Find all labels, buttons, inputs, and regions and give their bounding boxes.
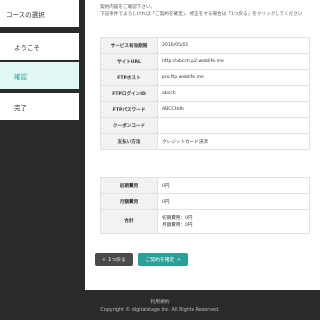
row-label: FTPパスワード [100, 101, 158, 118]
row-value: http://abcch.p2.weblife.me [157, 53, 310, 70]
footer: 利用規約 Copyright © digitalstage Inc. All R… [0, 290, 320, 320]
step-course-selection: コースの選択 [0, 0, 79, 27]
row-label: 合計 [100, 209, 158, 234]
back-button[interactable]: « 1つ戻る [95, 253, 133, 266]
row-label: クーポンコード [100, 117, 158, 134]
fees-table: 初期費用 0円 月額費用 0円 合計 初期費用：0円 月額費用：0円 [100, 177, 310, 234]
total-value: 初期費用：0円 月額費用：0円 [157, 209, 310, 234]
step-label: 確認 [14, 72, 27, 81]
total-monthly-fee: 月額費用：0円 [162, 222, 193, 228]
table-row: 初期費用 0円 [100, 177, 310, 194]
step-welcome: ようこそ [0, 33, 79, 60]
step-label: 完了 [14, 103, 27, 112]
table-row: FTPパスワード ABCCHdh [100, 101, 310, 118]
row-label: サイトURL [100, 53, 158, 70]
row-value [157, 117, 310, 134]
step-confirm: 確認 [0, 62, 79, 89]
row-label: 初期費用 [100, 177, 158, 194]
row-label: サービス有効期限 [100, 37, 158, 54]
row-value: ABCCHdh [157, 101, 310, 118]
intro-line-1: 契約内容をご確認下さい。 [100, 5, 156, 10]
terms-link[interactable]: 利用規約 [0, 298, 320, 305]
table-row: サービス有効期限 2016/05/01 [100, 37, 310, 54]
step-label: コースの選択 [6, 10, 45, 19]
confirm-contract-button[interactable]: ご契約を確定 » [138, 253, 188, 266]
total-initial-fee: 初期費用：0円 [162, 215, 193, 221]
row-value: abcch [157, 85, 310, 102]
back-button-label: 1つ戻る [108, 258, 126, 263]
copyright-text: Copyright © digitalstage Inc. All Rights… [100, 308, 220, 313]
table-row: クーポンコード [100, 117, 310, 134]
row-value: 2016/05/01 [157, 37, 310, 54]
row-value: 0円 [157, 193, 310, 210]
intro-line-2: 下記条件でよろしければ「ご契約を確定」、修正をする場合は「1つ戻る」をクリックし… [100, 12, 303, 17]
table-row: 合計 初期費用：0円 月額費用：0円 [100, 209, 310, 234]
confirmation-panel: 契約内容をご確認下さい。 下記条件でよろしければ「ご契約を確定」、修正をする場合… [85, 0, 320, 290]
double-chevron-left-icon: « [102, 256, 106, 263]
table-row: 支払い方法 クレジットカード決済 [100, 133, 310, 150]
row-value: 0円 [157, 177, 310, 194]
double-chevron-right-icon: » [177, 256, 181, 263]
table-row: FTPホスト pro.ftp.weblife.me [100, 69, 310, 86]
row-label: 月額費用 [100, 193, 158, 210]
table-row: サイトURL http://abcch.p2.weblife.me [100, 53, 310, 70]
step-complete: 完了 [0, 93, 79, 120]
table-row: 月額費用 0円 [100, 193, 310, 210]
account-details-table: サービス有効期限 2016/05/01 サイトURL http://abcch.… [100, 37, 310, 150]
step-sidebar: コースの選択 ようこそ 確認 完了 [0, 0, 80, 290]
confirm-button-label: ご契約を確定 [145, 258, 175, 263]
step-label: ようこそ [14, 43, 40, 52]
row-label: FTPホスト [100, 69, 158, 86]
row-value: クレジットカード決済 [157, 133, 310, 150]
row-label: FTPログインID [100, 85, 158, 102]
row-label: 支払い方法 [100, 133, 158, 150]
table-row: FTPログインID abcch [100, 85, 310, 102]
intro-text: 契約内容をご確認下さい。 下記条件でよろしければ「ご契約を確定」、修正をする場合… [100, 4, 320, 18]
row-value: pro.ftp.weblife.me [157, 69, 310, 86]
